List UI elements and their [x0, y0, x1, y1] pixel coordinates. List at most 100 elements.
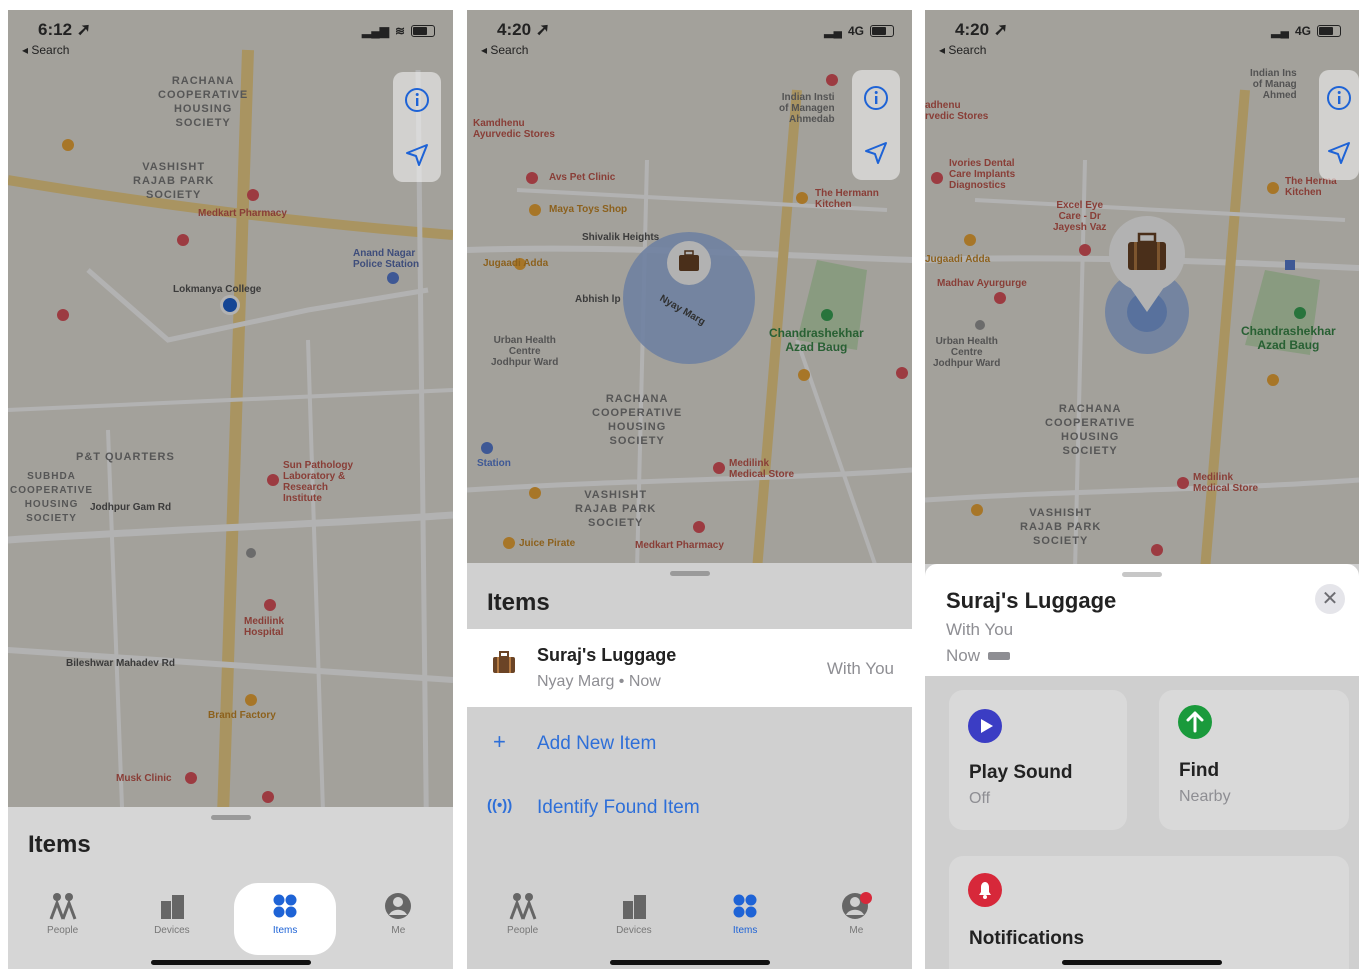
home-indicator	[609, 960, 770, 965]
items-icon	[273, 894, 297, 918]
items-sheet[interactable]: Items People Devices Items Me	[8, 807, 453, 969]
people-icon	[49, 893, 77, 920]
tab-bar: People Devices Items Me	[467, 875, 912, 969]
item-updated-time: Now	[946, 646, 981, 665]
tab-label: Items	[272, 925, 298, 936]
tab-label: Items	[732, 925, 758, 936]
tab-people[interactable]: People	[18, 885, 108, 936]
tab-me[interactable]: Me	[811, 885, 901, 936]
item-row[interactable]: Suraj's Luggage Nyay Marg • Now With You	[467, 629, 912, 707]
locate-button[interactable]	[1319, 125, 1359, 180]
nfc-icon: ((•))	[487, 797, 513, 814]
info-button[interactable]	[852, 70, 900, 125]
battery-icon	[1317, 25, 1341, 37]
locate-button[interactable]	[393, 127, 441, 182]
back-to-search[interactable]: ◂ Search	[22, 43, 69, 57]
info-button[interactable]	[393, 72, 441, 127]
item-detail-header: Suraj's Luggage With You Now ✕	[925, 564, 1359, 676]
item-updated: Now	[946, 646, 1011, 666]
me-icon	[842, 892, 873, 919]
devices-icon	[160, 895, 184, 919]
screen-items-list: Kamdhenu Ayurvedic Stores Avs Pet Clinic…	[467, 10, 912, 969]
identify-found-item-button[interactable]: ((•)) Identify Found Item	[467, 785, 912, 835]
tab-people[interactable]: People	[478, 885, 568, 936]
locate-button[interactable]	[852, 125, 900, 180]
identify-found-item-label: Identify Found Item	[537, 797, 700, 818]
status-time: 4:20 ➚	[955, 20, 1008, 39]
tab-label: People	[47, 925, 79, 936]
close-icon: ✕	[1321, 588, 1339, 610]
battery-icon	[870, 25, 894, 37]
system-indicators: ▂▄ 4G	[824, 24, 894, 38]
tab-label: People	[507, 925, 539, 936]
status-bar: 6:12 ➚ ◂ Search ▂▄▆ ≋	[8, 18, 453, 58]
tab-devices[interactable]: Devices	[127, 885, 217, 936]
tab-label: Me	[849, 925, 864, 936]
home-indicator	[150, 960, 311, 965]
arrow-up-icon	[1178, 705, 1212, 739]
play-sound-card[interactable]: Play Sound Off	[949, 690, 1127, 830]
item-name: Suraj's Luggage	[537, 645, 677, 665]
signal-icon: ▂▄	[824, 24, 842, 38]
notifications-title: Notifications	[969, 928, 1085, 949]
location-arrow-icon	[406, 143, 428, 166]
info-icon	[405, 87, 429, 112]
sheet-grabber[interactable]	[210, 815, 251, 820]
screen-item-detail: adhenu rvedic Stores Ivories Dental Care…	[925, 10, 1359, 969]
play-sound-status: Off	[969, 790, 991, 807]
item-status: With You	[946, 620, 1014, 639]
sheet-grabber[interactable]	[669, 571, 710, 576]
signal-icon: ▂▄▆	[361, 24, 389, 38]
play-icon	[968, 709, 1002, 743]
tab-items[interactable]: Items	[700, 885, 790, 936]
tab-devices[interactable]: Devices	[589, 885, 679, 936]
items-icon	[733, 894, 757, 918]
signal-icon: ▂▄	[1271, 24, 1289, 38]
status-bar: 4:20 ➚ ◂ Search ▂▄ 4G	[467, 18, 912, 58]
wifi-icon: ≋	[394, 24, 405, 38]
map-controls	[1319, 70, 1359, 180]
find-nearby-card[interactable]: Find Nearby	[1159, 690, 1349, 830]
status-time: 6:12 ➚	[38, 20, 91, 39]
info-button[interactable]	[1319, 70, 1359, 125]
find-status: Nearby	[1179, 788, 1231, 805]
add-new-item-label: Add New Item	[537, 733, 657, 754]
back-to-search[interactable]: ◂ Search	[939, 43, 986, 57]
tab-label: Me	[391, 925, 406, 936]
item-title: Suraj's Luggage	[946, 588, 1117, 613]
plus-icon: +	[493, 729, 506, 754]
people-icon	[509, 893, 537, 920]
back-to-search[interactable]: ◂ Search	[481, 43, 528, 57]
network-label: 4G	[1294, 24, 1311, 38]
tab-label: Devices	[616, 925, 652, 936]
notifications-card[interactable]: Notifications	[949, 856, 1349, 969]
item-location: Nyay Marg • Now	[537, 673, 661, 690]
sheet-title: Items	[487, 589, 550, 616]
item-status: With You	[826, 659, 894, 678]
play-sound-title: Play Sound	[969, 762, 1073, 783]
tab-items[interactable]: Items	[236, 885, 335, 953]
map-controls	[852, 70, 900, 180]
tab-me[interactable]: Me	[353, 885, 443, 936]
tab-bar: People Devices Items Me	[8, 875, 453, 969]
screen-items-map: RACHANA COOPERATIVE HOUSING SOCIETY VASH…	[8, 10, 453, 969]
battery-level-icon	[988, 652, 1011, 660]
location-arrow-icon	[1328, 141, 1350, 164]
location-arrow-icon	[865, 141, 887, 164]
add-new-item-button[interactable]: + Add New Item	[467, 721, 912, 771]
item-detail-sheet[interactable]: Suraj's Luggage With You Now ✕ Play Soun…	[925, 564, 1359, 969]
sheet-grabber[interactable]	[1122, 572, 1162, 577]
status-bar: 4:20 ➚ ◂ Search ▂▄ 4G	[925, 18, 1359, 58]
tab-label: Devices	[154, 925, 190, 936]
sheet-title: Items	[28, 831, 91, 858]
system-indicators: ▂▄▆ ≋	[362, 24, 435, 38]
info-icon	[1327, 85, 1351, 110]
items-sheet[interactable]: Items Suraj's Luggage Nyay Marg • Now Wi…	[467, 563, 912, 969]
network-label: 4G	[847, 24, 864, 38]
map-controls	[393, 72, 441, 182]
notification-badge	[860, 892, 873, 904]
bell-icon	[968, 873, 1002, 907]
system-indicators: ▂▄ 4G	[1271, 24, 1341, 38]
close-button[interactable]: ✕	[1315, 584, 1345, 614]
luggage-icon	[493, 651, 515, 673]
